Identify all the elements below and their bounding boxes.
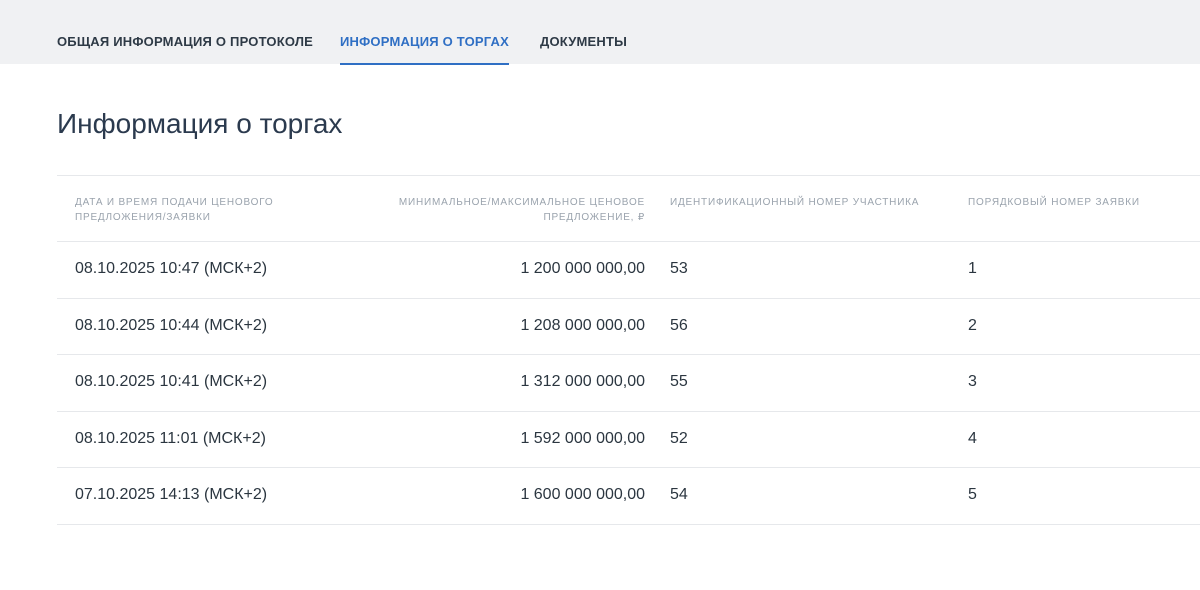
column-header-price: МИНИМАЛЬНОЕ/МАКСИМАЛЬНОЕ ЦЕНОВОЕ ПРЕДЛОЖ… — [398, 197, 645, 223]
cell-price: 1 200 000 000,00 — [520, 260, 645, 277]
cell-price: 1 208 000 000,00 — [520, 316, 645, 334]
table-header: ДАТА И ВРЕМЯ ПОДАЧИ ЦЕНОВОГО ПРЕДЛОЖЕНИЯ… — [57, 175, 1200, 242]
cell-participant-id: 56 — [670, 316, 688, 334]
cell-application-number: 2 — [968, 316, 977, 334]
column-header-datetime: ДАТА И ВРЕМЯ ПОДАЧИ ЦЕНОВОГО ПРЕДЛОЖЕНИЯ… — [75, 197, 274, 223]
cell-application-number: 3 — [968, 373, 977, 390]
cell-datetime: 08.10.2025 11:01 (МСК+2) — [75, 429, 266, 447]
cell-application-number: 5 — [968, 486, 977, 503]
tab-trade-info[interactable]: ИНФОРМАЦИЯ О ТОРГАХ — [340, 34, 509, 65]
tab-documents[interactable]: ДОКУМЕНТЫ — [540, 34, 627, 64]
tab-general-info[interactable]: ОБЩАЯ ИНФОРМАЦИЯ О ПРОТОКОЛЕ — [57, 34, 313, 64]
cell-participant-id: 52 — [670, 429, 688, 447]
table-row: 08.10.2025 10:47 (МСК+2) 1 200 000 000,0… — [57, 242, 1200, 299]
cell-participant-id: 54 — [670, 486, 688, 503]
cell-application-number: 4 — [968, 429, 977, 447]
table-row: 08.10.2025 10:41 (МСК+2) 1 312 000 000,0… — [57, 355, 1200, 412]
bids-table: ДАТА И ВРЕМЯ ПОДАЧИ ЦЕНОВОГО ПРЕДЛОЖЕНИЯ… — [57, 175, 1200, 525]
cell-price: 1 312 000 000,00 — [520, 373, 645, 390]
cell-price: 1 592 000 000,00 — [520, 429, 645, 447]
column-header-participant-id: ИДЕНТИФИКАЦИОННЫЙ НОМЕР УЧАСТНИКА — [670, 197, 920, 208]
tab-bar: ОБЩАЯ ИНФОРМАЦИЯ О ПРОТОКОЛЕ ИНФОРМАЦИЯ … — [0, 0, 1200, 65]
cell-datetime: 08.10.2025 10:47 (МСК+2) — [75, 260, 268, 277]
cell-datetime: 08.10.2025 10:41 (МСК+2) — [75, 373, 268, 390]
table-row: 08.10.2025 11:01 (МСК+2) 1 592 000 000,0… — [57, 412, 1200, 468]
cell-participant-id: 55 — [670, 373, 688, 390]
cell-participant-id: 53 — [670, 260, 688, 277]
table-row: 07.10.2025 14:13 (МСК+2) 1 600 000 000,0… — [57, 468, 1200, 525]
table-row: 08.10.2025 10:44 (МСК+2) 1 208 000 000,0… — [57, 299, 1200, 355]
cell-datetime: 08.10.2025 10:44 (МСК+2) — [75, 316, 268, 334]
column-header-application-number: ПОРЯДКОВЫЙ НОМЕР ЗАЯВКИ — [968, 197, 1140, 208]
page-title: Информация о торгах — [57, 108, 343, 139]
cell-datetime: 07.10.2025 14:13 (МСК+2) — [75, 486, 268, 503]
cell-price: 1 600 000 000,00 — [520, 486, 645, 503]
cell-application-number: 1 — [968, 260, 977, 277]
